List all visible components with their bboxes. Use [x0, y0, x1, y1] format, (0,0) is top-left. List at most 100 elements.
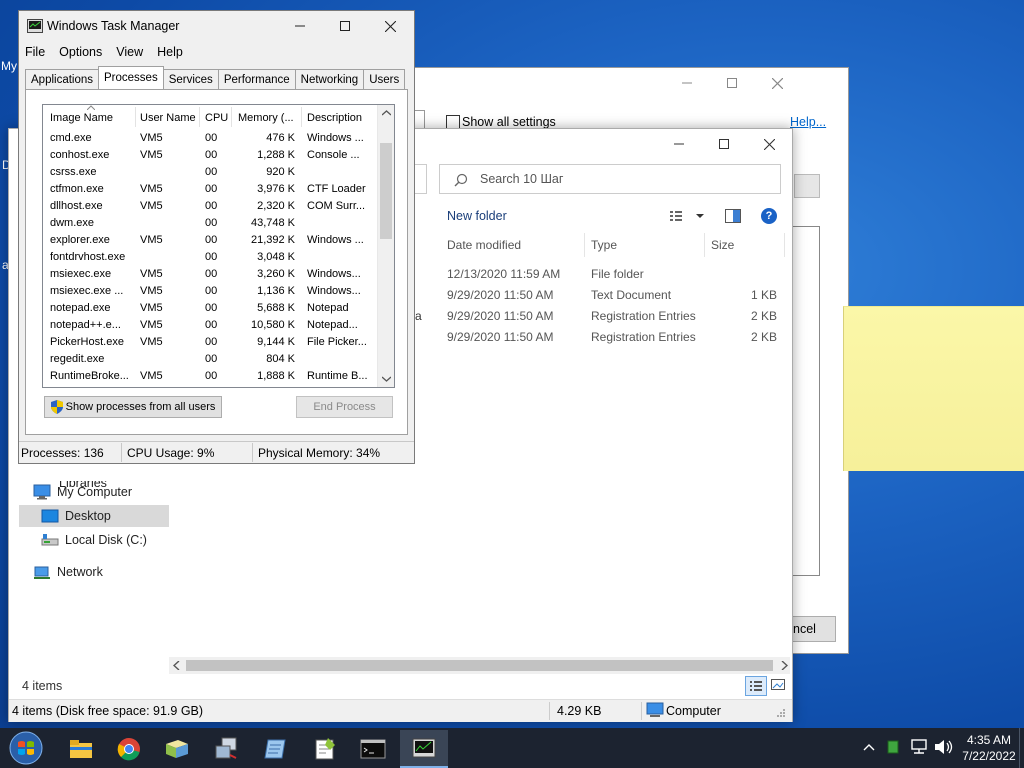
tab-applications[interactable]: Applications	[25, 69, 100, 89]
column-header-date[interactable]: Date modified	[447, 238, 521, 252]
nav-network[interactable]: Network	[19, 561, 169, 583]
process-row[interactable]: dwm.exe 00 43,748 K	[43, 215, 377, 232]
process-row[interactable]: msiexec.exe VM5 00 3,260 K Windows...	[43, 266, 377, 283]
process-row[interactable]: conhost.exe VM5 00 1,288 K Console ...	[43, 147, 377, 164]
process-row[interactable]: PickerHost.exe VM5 00 9,144 K File Picker...	[43, 334, 377, 351]
file-name-fragment[interactable]: a	[415, 309, 422, 323]
large-icons-view-toggle[interactable]	[771, 678, 785, 692]
nav-local-disk[interactable]: Local Disk (C:)	[19, 529, 169, 551]
desktop-icon-label-1[interactable]: My	[1, 59, 17, 73]
new-folder-button[interactable]: New folder	[447, 209, 507, 223]
taskbar-notepadpp[interactable]	[306, 734, 344, 764]
tm-close-button[interactable]	[367, 11, 413, 41]
process-row[interactable]: RuntimeBroke... VM5 00 1,888 K Runtime B...	[43, 368, 377, 385]
taskbar-chrome[interactable]	[110, 734, 148, 764]
tab-processes[interactable]: Processes	[98, 66, 164, 89]
taskbar-network-tool[interactable]	[208, 734, 246, 764]
file-size: 2 KB	[750, 309, 777, 323]
column-user-name[interactable]: User Name	[140, 112, 196, 124]
settings-button-partial[interactable]	[794, 174, 820, 198]
column-cpu[interactable]: CPU	[205, 112, 228, 124]
details-view-toggle[interactable]	[745, 676, 767, 696]
show-processes-all-users-button[interactable]: Show processes from all users	[44, 396, 222, 418]
settings-close-button[interactable]	[754, 68, 800, 98]
minimize-icon	[674, 143, 684, 145]
resize-grip-icon[interactable]	[774, 708, 786, 720]
menu-help[interactable]: Help	[157, 45, 190, 59]
tray-app-icon[interactable]	[887, 740, 899, 754]
search-icon	[454, 173, 468, 187]
process-list-scrollbar[interactable]	[377, 105, 394, 387]
horizontal-scroll-thumb[interactable]	[186, 660, 773, 671]
show-hidden-icons-icon[interactable]	[863, 743, 875, 751]
explorer-maximize-button[interactable]	[701, 129, 747, 159]
file-row[interactable]: 9/29/2020 11:50 AM Text Document 1 KB	[439, 288, 789, 308]
tm-maximize-button[interactable]	[322, 11, 368, 41]
process-row[interactable]: dllhost.exe VM5 00 2,320 K COM Surr...	[43, 198, 377, 215]
tm-minimize-button[interactable]	[277, 11, 323, 41]
start-button[interactable]	[6, 730, 46, 766]
process-row[interactable]: csrss.exe 00 920 K	[43, 164, 377, 181]
menu-view[interactable]: View	[116, 45, 150, 59]
show-all-settings-checkbox[interactable]	[446, 115, 460, 129]
taskbar-folder-sync[interactable]	[158, 734, 196, 764]
horizontal-scrollbar[interactable]	[169, 657, 790, 674]
view-options-button[interactable]	[669, 208, 709, 224]
search-box[interactable]: Search 10 Шаг	[439, 164, 781, 194]
show-desktop-button[interactable]	[1019, 728, 1024, 768]
explorer-close-button[interactable]	[746, 129, 792, 159]
scroll-left-icon[interactable]	[173, 661, 181, 670]
process-row[interactable]: explorer.exe VM5 00 21,392 K Windows ...	[43, 232, 377, 249]
show-all-settings-label[interactable]: Show all settings	[462, 115, 556, 129]
settings-maximize-button[interactable]	[709, 68, 755, 98]
process-row[interactable]: regedit.exe 00 804 K	[43, 351, 377, 368]
volume-icon[interactable]	[934, 739, 954, 755]
process-row[interactable]: cmd.exe VM5 00 476 K Windows ...	[43, 130, 377, 147]
file-date: 9/29/2020 11:50 AM	[447, 309, 554, 323]
nav-my-computer[interactable]: My Computer	[19, 481, 169, 503]
help-link[interactable]: Help...	[790, 115, 826, 129]
process-row[interactable]: notepad++.e... VM5 00 10,580 K Notepad...	[43, 317, 377, 334]
menu-options[interactable]: Options	[59, 45, 109, 59]
nav-local-disk-label: Local Disk (C:)	[65, 533, 147, 547]
process-list-scroll-thumb[interactable]	[380, 143, 392, 239]
scroll-up-icon[interactable]	[382, 110, 391, 116]
column-image-name[interactable]: Image Name	[50, 112, 113, 124]
cancel-button[interactable]: ncel	[792, 616, 836, 642]
settings-minimize-button[interactable]	[664, 68, 710, 98]
file-row[interactable]: 9/29/2020 11:50 AM Registration Entries …	[439, 309, 789, 329]
menu-file[interactable]: File	[25, 45, 52, 59]
tab-users[interactable]: Users	[363, 69, 406, 89]
column-memory[interactable]: Memory (...	[238, 112, 294, 124]
scroll-right-icon[interactable]	[780, 661, 788, 670]
column-header-type[interactable]: Type	[591, 238, 617, 252]
tab-services[interactable]: Services	[162, 69, 219, 89]
file-size: 2 KB	[750, 330, 777, 344]
column-description[interactable]: Description	[307, 112, 362, 124]
process-row[interactable]: fontdrvhost.exe 00 3,048 K	[43, 249, 377, 266]
tab-networking[interactable]: Networking	[294, 69, 365, 89]
sticky-note[interactable]	[843, 306, 1024, 471]
taskbar-cmd[interactable]	[354, 734, 392, 764]
help-icon: ?	[765, 210, 773, 222]
taskbar-notes[interactable]	[256, 734, 294, 764]
nav-desktop[interactable]: Desktop	[19, 505, 169, 527]
file-row[interactable]: 12/13/2020 11:59 AM File folder	[439, 267, 789, 287]
scroll-down-icon[interactable]	[382, 376, 391, 382]
explorer-minimize-button[interactable]	[656, 129, 702, 159]
column-header-size[interactable]: Size	[711, 238, 734, 252]
taskbar-file-explorer[interactable]	[62, 734, 100, 764]
taskbar-task-manager[interactable]	[400, 730, 448, 768]
network-tray-icon[interactable]	[910, 739, 928, 755]
process-row[interactable]: notepad.exe VM5 00 5,688 K Notepad	[43, 300, 377, 317]
preview-pane-button[interactable]	[725, 209, 741, 223]
process-row[interactable]: ctfmon.exe VM5 00 3,976 K CTF Loader	[43, 181, 377, 198]
file-row[interactable]: 9/29/2020 11:50 AM Registration Entries …	[439, 330, 789, 350]
end-process-button[interactable]: End Process	[296, 396, 393, 418]
help-button[interactable]: ?	[761, 208, 777, 224]
process-list[interactable]: Image Name User Name CPU Memory (... Des…	[42, 104, 395, 388]
taskbar-clock[interactable]: 4:35 AM 7/22/2022	[962, 732, 1016, 764]
process-row[interactable]: msiexec.exe ... VM5 00 1,136 K Windows...	[43, 283, 377, 300]
process-cpu: 00	[205, 370, 218, 382]
tab-performance[interactable]: Performance	[217, 69, 296, 89]
